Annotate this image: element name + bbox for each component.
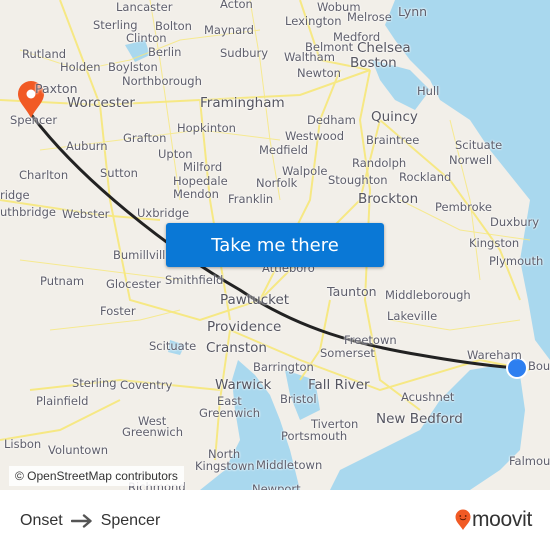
moovit-pin-icon (455, 509, 471, 530)
place-label: Foster (100, 304, 136, 318)
place-label: Uxbridge (137, 206, 190, 220)
place-label: Mendon (173, 187, 219, 201)
map-attribution[interactable]: © OpenStreetMap contributors (9, 466, 184, 486)
place-label: Milford (183, 160, 223, 174)
place-label: Northborough (122, 74, 202, 88)
place-label: Hull (417, 84, 440, 98)
place-label: Lakeville (387, 309, 438, 323)
place-label: Sterling (72, 376, 117, 390)
place-label: Hopedale (173, 174, 228, 188)
place-label: Upton (158, 147, 193, 161)
place-label: uthbridge (0, 205, 56, 219)
destination-name: Spencer (100, 512, 161, 529)
place-label: Auburn (66, 139, 108, 153)
place-label: Randolph (352, 156, 407, 170)
place-label: Pembroke (435, 200, 492, 214)
place-label: Scituate (455, 138, 503, 152)
place-label: Maynard (204, 23, 254, 37)
place-label: Warwick (215, 377, 272, 393)
place-label: Norfolk (256, 176, 298, 190)
place-label: Somerset (320, 346, 375, 360)
place-label: Taunton (327, 284, 377, 299)
place-label: Lynn (398, 4, 428, 19)
place-label: Providence (207, 319, 282, 335)
place-label: Bumillville (113, 248, 173, 262)
place-label: Putnam (40, 274, 85, 288)
place-label: Lisbon (4, 437, 42, 451)
place-label: Quincy (371, 109, 418, 125)
take-me-there-label: Take me there (211, 234, 339, 256)
take-me-there-button[interactable]: Take me there (166, 223, 384, 267)
place-label: Paxton (35, 81, 78, 96)
place-label: Wareham (467, 348, 522, 362)
place-label: ridge (0, 188, 30, 202)
place-label: Lancaster (116, 0, 173, 14)
place-label: Medfield (259, 143, 309, 157)
place-label: Waltham (284, 50, 335, 64)
place-label: Kingstown (195, 459, 255, 473)
place-label: Greenwich (122, 425, 184, 439)
arrow-right-icon (70, 514, 92, 528)
place-label: Grafton (123, 131, 167, 145)
place-label: Dedham (307, 113, 356, 127)
place-label: Worcester (67, 95, 135, 111)
place-label: Newton (297, 66, 341, 80)
place-label: Bourne (528, 359, 550, 373)
place-label: Falmouth (509, 454, 550, 468)
place-label: Brockton (358, 191, 419, 207)
place-label: Bristol (280, 392, 317, 406)
place-label: Sterling (93, 18, 138, 32)
place-label: Sudbury (220, 46, 269, 60)
place-label: Fall River (308, 377, 370, 393)
place-label: Coventry (120, 378, 173, 392)
place-label: Lexington (285, 14, 342, 28)
place-label: Smithfield (165, 273, 224, 287)
place-label: Franklin (228, 192, 274, 206)
place-label: Stoughton (328, 173, 388, 187)
place-label: Middletown (256, 458, 323, 472)
place-label: Cranston (206, 340, 267, 356)
place-label: Plainfield (36, 394, 89, 408)
place-label: Spencer (10, 113, 58, 127)
moovit-wordmark: moovit (471, 508, 532, 531)
route-title: Onset Spencer (20, 510, 160, 532)
place-label: Portsmouth (281, 429, 348, 443)
place-label: Pawtucket (220, 292, 290, 308)
place-label: Voluntown (48, 443, 109, 457)
place-label: Barrington (253, 360, 314, 374)
origin-name: Onset (20, 512, 63, 529)
place-label: Hopkinton (177, 121, 236, 135)
place-label: Kingston (469, 236, 520, 250)
place-label: Boylston (108, 60, 158, 74)
place-label: Westwood (285, 129, 345, 143)
place-label: Framingham (200, 95, 285, 111)
place-label: Charlton (19, 168, 69, 182)
place-label: Middleborough (385, 288, 471, 302)
footer: Onset Spencer moovit (0, 490, 550, 550)
place-label: Sutton (100, 166, 138, 180)
place-label: Plymouth (489, 254, 544, 268)
place-label: Norwell (449, 153, 493, 167)
place-label: Braintree (366, 133, 420, 147)
place-label: Greenwich (199, 406, 261, 420)
place-label: New Bedford (376, 411, 463, 427)
place-label: Chelsea (357, 40, 411, 56)
place-label: Acton (220, 0, 253, 11)
place-label: Holden (60, 60, 101, 74)
place-label: Acushnet (401, 390, 455, 404)
place-label: Freetown (344, 333, 397, 347)
place-label: Rockland (399, 170, 452, 184)
place-label: Rutland (22, 47, 67, 61)
attribution-text: © OpenStreetMap contributors (15, 469, 178, 483)
place-label: Melrose (347, 10, 392, 24)
map[interactable]: Paxton Lancaster Acton Sterling Bolton Maynar… (0, 0, 550, 490)
place-label: Glocester (106, 277, 161, 291)
place-label: Berlin (148, 45, 182, 59)
place-label: Boston (350, 55, 397, 71)
moovit-logo[interactable]: moovit (455, 508, 532, 532)
place-label: Webster (62, 207, 110, 221)
place-label: Clinton (126, 31, 167, 45)
place-label: Duxbury (490, 215, 540, 229)
place-label: Scituate (149, 339, 197, 353)
